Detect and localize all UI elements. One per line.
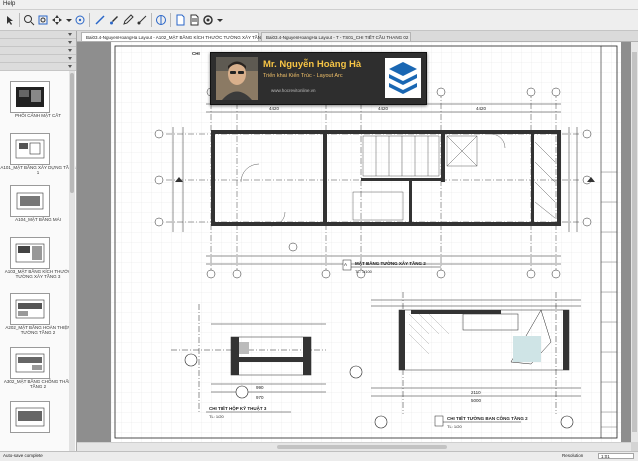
page-icon[interactable] (174, 14, 186, 26)
pan-icon[interactable] (51, 14, 63, 26)
settings-dropdown-icon[interactable] (214, 14, 226, 26)
panel-header-5[interactable] (0, 63, 76, 71)
chevron-down-icon (68, 49, 72, 52)
sheet-thumbnail[interactable] (10, 133, 50, 165)
sheet-thumbnail[interactable] (10, 237, 50, 269)
markup-icon[interactable] (136, 14, 148, 26)
sheet-thumbnail[interactable] (10, 185, 50, 217)
promo-banner: Mr. Nguyễn Hoàng Hà Triển khai Kiến Trúc… (210, 52, 427, 105)
pen-icon[interactable] (122, 14, 134, 26)
sheet-thumbnail[interactable] (10, 81, 50, 113)
sheet-thumbnail[interactable] (10, 347, 50, 379)
thumbnail-label: PHỐI CẢNH MẶT CẮT (15, 113, 61, 118)
plan-title: MẶT BẰNG TƯỜNG XÂY TẦNG 2 (355, 261, 426, 266)
brush-icon[interactable] (108, 14, 120, 26)
chevron-down-icon (68, 57, 72, 60)
panel-header-3[interactable] (0, 47, 76, 55)
orbit-icon[interactable] (74, 14, 86, 26)
dim-label: 5000 (471, 398, 482, 403)
panel-header-1[interactable] (0, 31, 76, 39)
thumbnail-label: A202_MẶT BẰNG HOÀN THIỆN TƯỜNG TẦNG 2 (5, 325, 71, 335)
status-text: Auto-save complete (3, 453, 43, 458)
zoom-field[interactable]: 1:01 (598, 453, 634, 459)
panel-header-4[interactable] (0, 55, 76, 63)
zoom-window-icon[interactable] (37, 14, 49, 26)
presenter-name: Mr. Nguyễn Hoàng Hà (263, 59, 362, 70)
tab-ts01[interactable]: Bai03.4-NguyenHoangHa Layout - T - TS01_… (261, 32, 411, 41)
dim-label: 4420 (378, 106, 389, 111)
vertical-scrollbar[interactable] (631, 42, 638, 442)
chevron-down-icon (68, 33, 72, 36)
dim-label: 4420 (269, 106, 280, 111)
settings-icon[interactable] (202, 14, 214, 26)
dim-label: 2110 (471, 390, 481, 395)
detail1-title: CHI TIẾT HỘP KỸ THUẬT 3 (209, 406, 267, 411)
thumbnail-label: A101_MẶT BẰNG XÂY DỰNG TẦNG 1 (0, 165, 76, 175)
section-icon[interactable] (155, 14, 167, 26)
plan-number: A (344, 262, 348, 267)
menu-help[interactable]: Help (3, 1, 15, 7)
detail2-scale: TL: 1/20 (447, 424, 462, 429)
thumbnail-label: A103_MẶT BẰNG KÍCH THƯỚC TƯỜNG XÂY TẦNG … (4, 269, 72, 279)
detail2-title: CHI TIẾT TƯỜNG BAN CÔNG TẦNG 2 (447, 416, 528, 421)
chi-tag: CHI (192, 51, 200, 56)
horizontal-scrollbar[interactable] (77, 442, 631, 451)
page-properties-icon[interactable] (188, 14, 200, 26)
thumbnail-label: A104_MẶT BẰNG MÁI (15, 217, 61, 222)
measure-icon[interactable] (94, 14, 106, 26)
thumbnail-list: PHỐI CẢNH MẶT CẮT A101_MẶT BẰNG XÂY DỰNG… (0, 71, 76, 451)
chevron-down-icon (68, 65, 72, 68)
layers-logo-icon (385, 58, 421, 98)
panel-scrollbar[interactable] (69, 71, 75, 451)
banner-website: www.hocrevitonline.vn (271, 88, 316, 93)
zoom-label: Resolution (562, 453, 584, 458)
presenter-avatar (216, 57, 258, 100)
menu-bar: Help (0, 0, 638, 10)
select-tool-icon[interactable] (4, 14, 16, 26)
toolbar (0, 10, 638, 31)
banner-subtitle: Triển khai Kiến Trúc - Layout Arc (263, 73, 343, 79)
detail1-scale: TL: 1/20 (209, 414, 224, 419)
chevron-down-icon (68, 41, 72, 44)
zoom-in-icon[interactable] (23, 14, 35, 26)
dim-label: 990 (256, 385, 264, 390)
dim-label: 4420 (476, 106, 487, 111)
plan-scale: TL: 1/100 (355, 269, 372, 274)
dim-label: 970 (256, 395, 264, 400)
thumbnail-label: A302_MẶT BẰNG CHỐNG THẤM TẦNG 2 (3, 379, 73, 389)
sheet-browser-panel: PHỐI CẢNH MẶT CẮT A101_MẶT BẰNG XÂY DỰNG… (0, 31, 77, 451)
sheet-thumbnail[interactable] (10, 293, 50, 325)
document-tabs: Bai03.4-NguyenHoangHa Layout - A102_MẶT … (77, 31, 638, 42)
sheet-thumbnail[interactable] (10, 401, 50, 433)
panel-header-2[interactable] (0, 39, 76, 47)
tab-a102[interactable]: Bai03.4-NguyenHoangHa Layout - A102_MẶT … (81, 32, 268, 41)
